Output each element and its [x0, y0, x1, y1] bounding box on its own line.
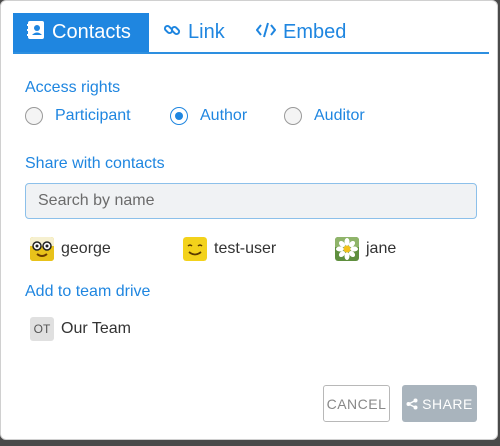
tab-link[interactable]: Link	[163, 13, 225, 52]
radio-author-label: Author	[200, 107, 248, 124]
contact-jane-name: jane	[366, 240, 397, 257]
share-button[interactable]: SHARE	[402, 385, 477, 422]
team-name: Our Team	[61, 320, 131, 337]
tab-embed[interactable]: Embed	[255, 13, 347, 52]
radio-author-circle[interactable]	[170, 107, 188, 125]
tab-embed-label: Embed	[283, 21, 347, 43]
team-initials-badge: OT	[30, 317, 54, 341]
access-rights-heading: Access rights	[25, 79, 121, 96]
contact-test-user[interactable]: test-user	[183, 236, 276, 262]
cancel-button[interactable]: CANCEL	[323, 385, 390, 422]
daisy-flower-icon	[335, 237, 359, 261]
link-icon	[163, 21, 181, 45]
code-icon	[255, 21, 277, 45]
contact-george-name: george	[61, 240, 111, 257]
radio-auditor-circle[interactable]	[284, 107, 302, 125]
share-icon	[406, 398, 418, 410]
contact-jane[interactable]: jane	[335, 236, 396, 262]
share-dialog: Contacts Link Embed Access rights Partic…	[0, 0, 498, 440]
search-input[interactable]	[25, 183, 477, 219]
radio-author[interactable]: Author	[170, 107, 247, 125]
radio-auditor-label: Auditor	[314, 107, 365, 124]
glasses-face-icon	[30, 237, 54, 261]
radio-auditor[interactable]: Auditor	[284, 107, 365, 125]
radio-participant-label: Participant	[55, 107, 131, 124]
contact-george[interactable]: george	[30, 236, 111, 262]
tab-contacts-label: Contacts	[52, 21, 131, 43]
share-button-label: SHARE	[422, 395, 473, 412]
team-our-team[interactable]: OT Our Team	[30, 317, 131, 341]
cancel-button-label: CANCEL	[326, 395, 387, 412]
radio-participant-circle[interactable]	[25, 107, 43, 125]
contact-card-icon	[27, 20, 45, 46]
contact-test-user-name: test-user	[214, 240, 277, 257]
radio-participant[interactable]: Participant	[25, 107, 131, 125]
smiley-face-icon	[183, 237, 207, 261]
tab-contacts[interactable]: Contacts	[13, 13, 149, 52]
tab-bar: Contacts Link Embed	[13, 13, 489, 54]
tab-link-label: Link	[188, 21, 225, 43]
share-with-contacts-heading: Share with contacts	[25, 155, 165, 172]
add-to-team-drive-heading: Add to team drive	[25, 283, 151, 300]
